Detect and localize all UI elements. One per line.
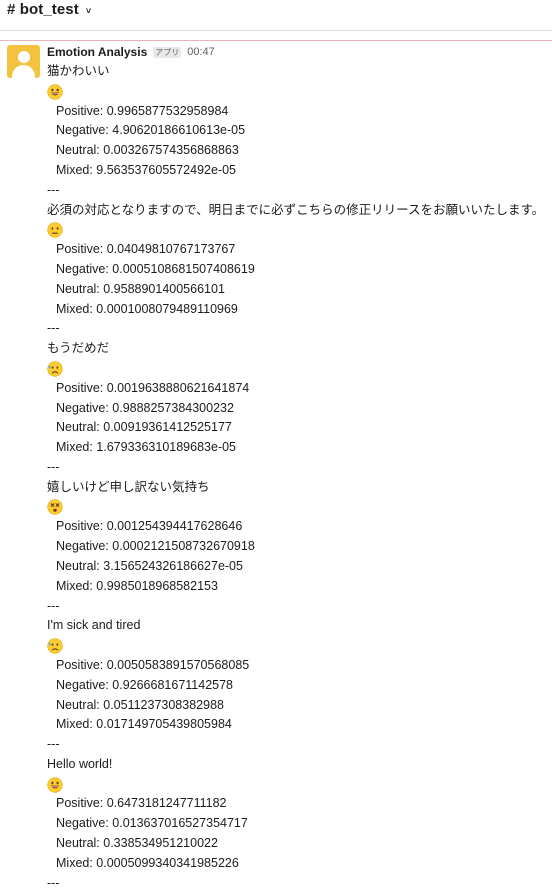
sentiment-score: Mixed: 0.017149705439805984 xyxy=(56,717,232,732)
avatar-body xyxy=(12,65,35,78)
sentiment-score: Mixed: 9.563537605572492e-05 xyxy=(56,162,237,177)
message-header: Emotion Analysis アプリ 00:47 xyxy=(47,45,215,59)
sentiment-score: Neutral: 3.156524326186627e-05 xyxy=(56,558,243,573)
sentiment-score: Neutral: 0.0511237308382988 xyxy=(56,697,224,712)
separator: --- xyxy=(47,321,60,336)
dizzy-face-icon xyxy=(47,498,547,518)
message-timestamp[interactable]: 00:47 xyxy=(187,46,215,58)
avatar[interactable] xyxy=(7,45,40,78)
sentiment-score: Negative: 0.0002121508732670918 xyxy=(56,539,255,554)
channel-header: # bot_test ˅ xyxy=(0,0,552,31)
channel-name-button[interactable]: # bot_test ˅ xyxy=(7,1,91,18)
sentiment-score: Negative: 0.9888257384300232 xyxy=(56,400,234,415)
sentiment-score: Neutral: 0.003267574356868863 xyxy=(56,143,239,158)
chevron-down-icon: ˅ xyxy=(85,5,92,16)
analyzed-text: Hello world! xyxy=(47,756,113,771)
sentiment-score: Negative: 0.0005108681507408619 xyxy=(56,261,255,276)
sentiment-score: Mixed: 0.0005099340341985226 xyxy=(56,855,239,870)
sentiment-score: Mixed: 0.0001008079489110969 xyxy=(56,301,238,316)
sentiment-score: Positive: 0.001254394417628646 xyxy=(56,519,243,534)
sad-sweat-face-icon xyxy=(47,359,547,379)
grinning-face-icon xyxy=(47,82,547,102)
channel-name-label: # bot_test xyxy=(7,1,79,18)
grinning-face-icon xyxy=(47,775,547,795)
sentiment-score: Positive: 0.04049810767173767 xyxy=(56,242,236,257)
sentiment-score: Negative: 4.90620186610613e-05 xyxy=(56,123,246,138)
sentiment-score: Positive: 0.0050583891570568085 xyxy=(56,657,250,672)
sentiment-score: Positive: 0.9965877532958984 xyxy=(56,103,229,118)
sentiment-score: Mixed: 0.9985018968582153 xyxy=(56,578,218,593)
sentiment-score: Negative: 0.9266681671142578 xyxy=(56,677,234,692)
new-messages-divider xyxy=(0,40,552,41)
analyzed-text: 猫かわいい xyxy=(47,64,110,78)
sentiment-score: Positive: 0.6473181247711182 xyxy=(56,796,227,811)
sentiment-score: Mixed: 1.679336310189683e-05 xyxy=(56,440,237,455)
sentiment-score: Neutral: 0.9588901400566101 xyxy=(56,281,225,296)
separator: --- xyxy=(47,875,60,890)
analyzed-text: もうだめだ xyxy=(47,341,110,356)
separator: --- xyxy=(47,737,60,752)
analyzed-text: 嬉しいけど申し訳ない気持ち xyxy=(47,479,210,494)
app-badge: アプリ xyxy=(153,46,182,58)
avatar-head xyxy=(18,51,30,63)
analyzed-text: 必須の対応となりますので、明日までに必ずこちらの修正リリースをお願いいたします。 xyxy=(47,202,545,217)
message-body: 猫かわいい Positive: 0.9965877532958984 Negativ… xyxy=(47,62,547,893)
sentiment-score: Negative: 0.013637016527354717 xyxy=(56,816,248,831)
separator: --- xyxy=(47,598,60,613)
separator: --- xyxy=(47,182,60,197)
analyzed-text: I'm sick and tired xyxy=(47,618,141,633)
sender-name[interactable]: Emotion Analysis xyxy=(47,45,147,59)
sentiment-score: Neutral: 0.00919361412525177 xyxy=(56,420,232,435)
separator: --- xyxy=(47,459,60,474)
sentiment-score: Neutral: 0.338534951210022 xyxy=(56,836,218,851)
sentiment-score: Positive: 0.0019638880621641874 xyxy=(56,380,250,395)
sad-sweat-face-icon xyxy=(47,636,547,656)
neutral-face-icon xyxy=(47,220,547,240)
